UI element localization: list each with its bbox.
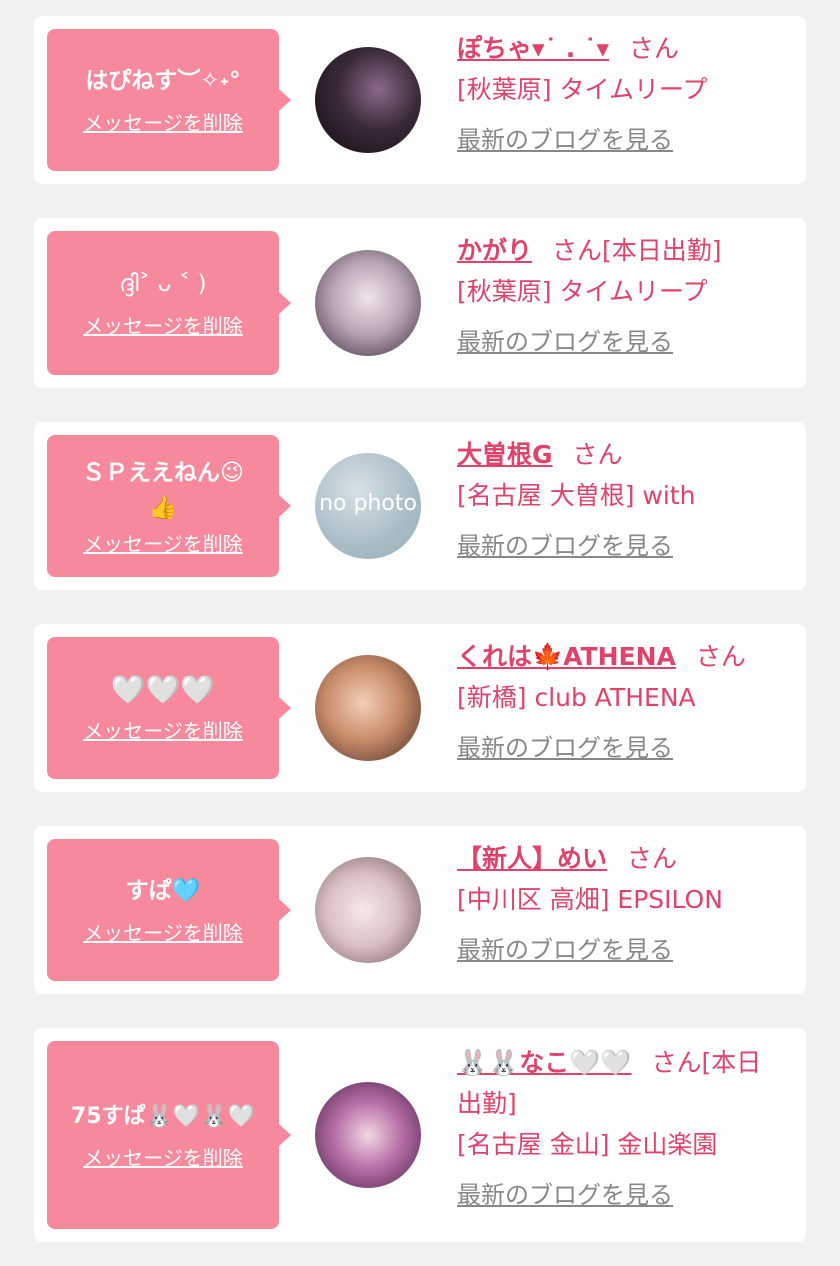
- delete-message-link[interactable]: メッセージを削除: [83, 528, 243, 557]
- message-card: 75すぱ🐰🤍🐰🤍 メッセージを削除 🐰🐰なこ🤍🤍 さん[本日出勤] [名古屋 金山…: [34, 1028, 806, 1242]
- avatar[interactable]: [315, 47, 421, 153]
- san-suffix: さん: [572, 440, 623, 469]
- cast-name-link[interactable]: ぽちゃ▾˙ . ˙▾: [457, 34, 609, 63]
- latest-blog-link[interactable]: 最新のブログを見る: [457, 120, 673, 161]
- delete-message-link[interactable]: メッセージを削除: [83, 1142, 243, 1171]
- message-text: はぴねす︶✧˖°: [85, 68, 241, 94]
- san-suffix: さん: [695, 642, 746, 671]
- san-suffix: さん: [552, 236, 603, 265]
- avatar[interactable]: [315, 655, 421, 761]
- latest-blog-link[interactable]: 最新のブログを見る: [457, 322, 673, 363]
- message-card: ＳＰええねん😉👍 メッセージを削除 no photo 大曽根G さん [名古屋 大…: [34, 422, 806, 590]
- delete-message-link[interactable]: メッセージを削除: [83, 310, 243, 339]
- message-text: ദ്ദി˃ ᴗ ˂ ): [119, 271, 207, 297]
- delete-message-link[interactable]: メッセージを削除: [83, 107, 243, 136]
- cast-info: 大曽根G さん [名古屋 大曽根] with 最新のブログを見る: [457, 434, 778, 567]
- latest-blog-link[interactable]: 最新のブログを見る: [457, 728, 673, 769]
- message-bubble: 75すぱ🐰🤍🐰🤍 メッセージを削除: [47, 1041, 291, 1229]
- message-text: ＳＰええねん😉👍: [82, 459, 244, 521]
- san-suffix: さん: [627, 844, 678, 873]
- delete-message-link[interactable]: メッセージを削除: [83, 715, 243, 744]
- avatar[interactable]: [315, 250, 421, 356]
- cast-info: かがり さん[本日出勤] [秋葉原] タイムリープ 最新のブログを見る: [457, 230, 778, 363]
- cast-name-link[interactable]: 【新人】めい: [457, 844, 607, 873]
- shop-text: [名古屋 大曽根] with: [457, 481, 696, 510]
- cast-name-link[interactable]: くれは🍁ATHENA: [457, 642, 676, 671]
- latest-blog-link[interactable]: 最新のブログを見る: [457, 526, 673, 567]
- shop-text: [秋葉原] タイムリープ: [457, 277, 708, 306]
- message-card: すぱ🩵 メッセージを削除 【新人】めい さん [中川区 高畑] EPSILON 最…: [34, 826, 806, 994]
- shop-text: [中川区 高畑] EPSILON: [457, 885, 723, 914]
- message-card: はぴねす︶✧˖° メッセージを削除 ぽちゃ▾˙ . ˙▾ さん [秋葉原] タイム…: [34, 16, 806, 184]
- cast-name-link[interactable]: 🐰🐰なこ🤍🤍: [457, 1048, 632, 1077]
- message-bubble: 🤍🤍🤍 メッセージを削除: [47, 637, 291, 779]
- cast-info: ぽちゃ▾˙ . ˙▾ さん [秋葉原] タイムリープ 最新のブログを見る: [457, 28, 778, 161]
- message-bubble: すぱ🩵 メッセージを削除: [47, 839, 291, 981]
- message-bubble: ദ്ദി˃ ᴗ ˂ ) メッセージを削除: [47, 231, 291, 375]
- shop-text: [名古屋 金山] 金山楽園: [457, 1130, 718, 1159]
- shop-text: [新橋] club ATHENA: [457, 683, 696, 712]
- avatar[interactable]: no photo: [315, 453, 421, 559]
- no-photo-label: no photo: [319, 491, 417, 516]
- san-suffix: さん: [651, 1048, 702, 1077]
- message-text: すぱ🩵: [125, 878, 201, 904]
- latest-blog-link[interactable]: 最新のブログを見る: [457, 1175, 673, 1216]
- delete-message-link[interactable]: メッセージを削除: [83, 917, 243, 946]
- cast-info: 🐰🐰なこ🤍🤍 さん[本日出勤] [名古屋 金山] 金山楽園 最新のブログを見る: [457, 1042, 778, 1216]
- shop-text: [秋葉原] タイムリープ: [457, 75, 708, 104]
- cast-name-link[interactable]: 大曽根G: [457, 440, 553, 469]
- message-text: 🤍🤍🤍: [110, 673, 216, 706]
- status-text: [本日出勤]: [602, 236, 722, 265]
- avatar[interactable]: [315, 1082, 421, 1188]
- cast-info: くれは🍁ATHENA さん [新橋] club ATHENA 最新のブログを見る: [457, 636, 778, 769]
- avatar[interactable]: [315, 857, 421, 963]
- cast-info: 【新人】めい さん [中川区 高畑] EPSILON 最新のブログを見る: [457, 838, 778, 971]
- message-bubble: はぴねす︶✧˖° メッセージを削除: [47, 29, 291, 171]
- message-bubble: ＳＰええねん😉👍 メッセージを削除: [47, 435, 291, 577]
- message-card: 🤍🤍🤍 メッセージを削除 くれは🍁ATHENA さん [新橋] club ATHE…: [34, 624, 806, 792]
- san-suffix: さん: [629, 34, 680, 63]
- message-card: ദ്ദി˃ ᴗ ˂ ) メッセージを削除 かがり さん[本日出勤] [秋葉原] タ…: [34, 218, 806, 388]
- cast-name-link[interactable]: かがり: [457, 236, 532, 265]
- message-list: はぴねす︶✧˖° メッセージを削除 ぽちゃ▾˙ . ˙▾ さん [秋葉原] タイム…: [0, 0, 840, 1242]
- latest-blog-link[interactable]: 最新のブログを見る: [457, 930, 673, 971]
- message-text: 75すぱ🐰🤍🐰🤍: [70, 1104, 256, 1129]
